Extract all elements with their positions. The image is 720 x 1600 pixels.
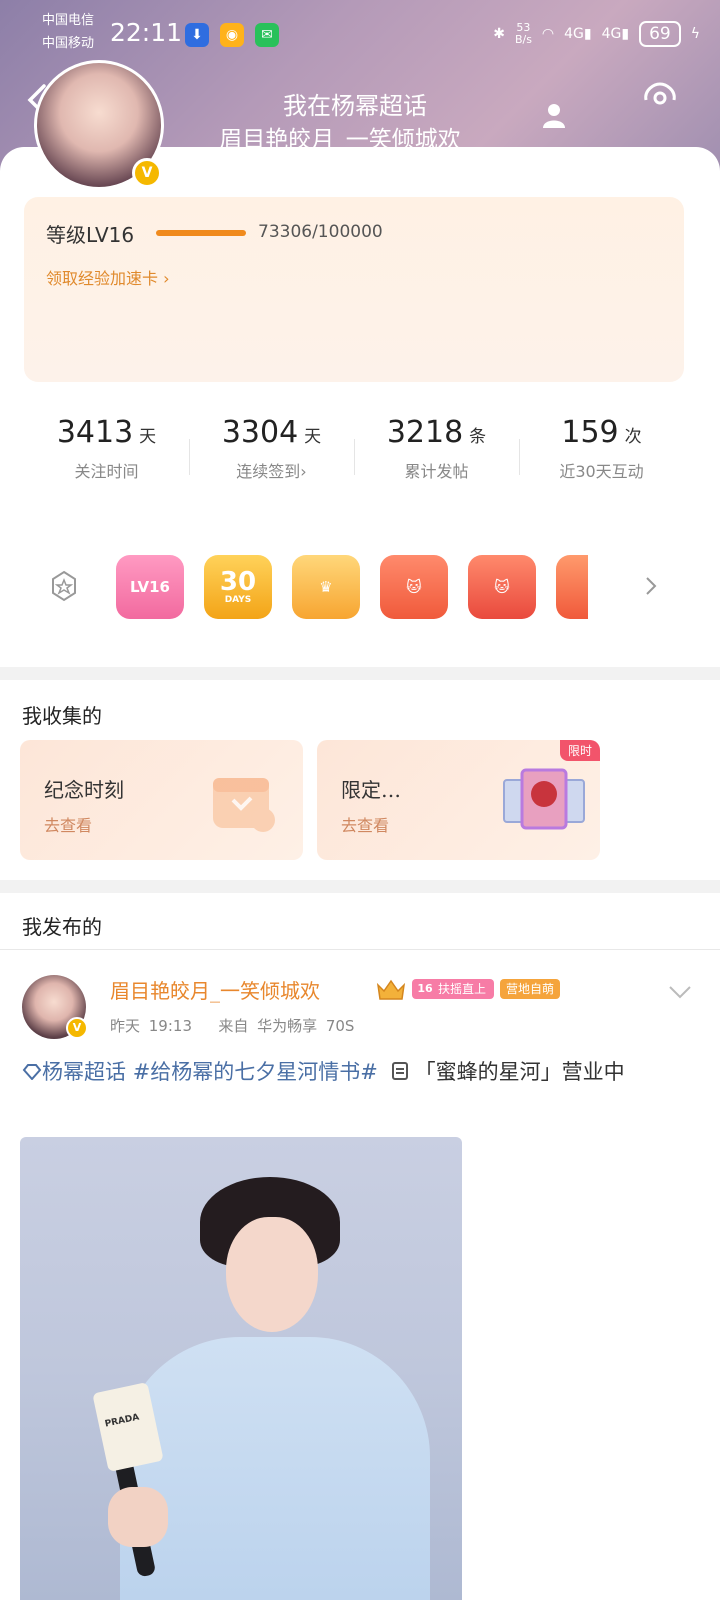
net-speed: 53 B/s <box>515 22 532 46</box>
divider <box>0 949 720 950</box>
post-meta: 昨天 19:13 来自 华为畅享 70S <box>110 1015 354 1036</box>
stat-unit: 条 <box>469 427 487 447</box>
collections-title: 我收集的 <box>22 704 102 728</box>
header-title: 我在杨幂超话 <box>283 92 427 120</box>
weibo-icon: ◉ <box>220 23 244 47</box>
role-tag: 营地自萌 <box>500 979 561 999</box>
status-bar: 中国电信 中国移动 22:11 ⬇ ◉ ✉ ✱ 53 B/s ◠ 4G▮ 4G▮… <box>0 0 720 70</box>
chevron-down-icon[interactable] <box>668 985 692 999</box>
user-icon[interactable] <box>542 102 566 128</box>
stat-unit: 天 <box>139 427 157 447</box>
collection-card-title: 限定… <box>341 778 401 802</box>
stat-value: 3304 <box>221 415 299 450</box>
chevron-right-icon: › <box>163 269 170 288</box>
stat-value: 3218 <box>386 415 464 450</box>
photo-figure-body <box>120 1337 430 1600</box>
signal-2: 4G▮ <box>601 26 630 42</box>
badge-cat-icon[interactable]: 🐱 <box>380 555 448 619</box>
collection-card-link: 去查看 <box>44 816 93 835</box>
stat-interactions: 159 次 近30天互动 <box>519 397 684 512</box>
carrier-1: 中国电信 <box>42 13 95 28</box>
chevron-right-icon: › <box>300 462 307 481</box>
level-exp: 73306/100000 <box>258 222 383 242</box>
chevron-right-icon[interactable] <box>644 575 658 597</box>
collection-card-link: 去查看 <box>341 816 390 835</box>
post-text: 杨幂超话 #给杨幂的七夕星河情书# 「蜜蜂的星河」营业中 <box>22 1055 698 1089</box>
quote-text: 「蜜蜂的星河」营业中 <box>414 1060 625 1084</box>
settings-gear-icon[interactable] <box>640 78 680 112</box>
charging-icon: ϟ <box>690 26 700 42</box>
verified-badge-icon: V <box>66 1017 88 1039</box>
calendar-icon <box>213 778 275 832</box>
stat-follow-days: 3413 天 关注时间 <box>24 397 189 512</box>
badge-cat-icon[interactable]: 🐱 <box>468 555 536 619</box>
limited-tag: 限时 <box>559 740 600 761</box>
topic-tag-text: 杨幂超话 <box>42 1060 126 1084</box>
app-notification-icon: ⬇ <box>185 23 209 47</box>
post-source: 来自 华为畅享 70S <box>218 1017 355 1035</box>
super-topic-link[interactable]: 杨幂超话 <box>22 1060 133 1084</box>
badge-crown-icon[interactable]: ♛ <box>292 555 360 619</box>
stat-label: 累计发帖 <box>404 462 469 481</box>
stats-row: 3413 天 关注时间 3304 天 连续签到› 3218 条 累计发帖 159 次 近… <box>24 397 684 512</box>
exp-boost-link[interactable]: 领取经验加速卡 › <box>46 265 170 289</box>
stat-unit: 天 <box>304 427 322 447</box>
level-label: 等级LV16 <box>46 223 135 247</box>
collections-section: 我收集的 纪念时刻 去查看 限时 限定… 去查看 <box>0 680 720 880</box>
level-tag-num: 16 <box>417 982 433 995</box>
mic-brand-logo: PRADA <box>103 1412 141 1430</box>
stat-label: 连续签到› <box>189 458 354 482</box>
wifi-icon: ◠ <box>541 26 555 42</box>
stat-posts: 3218 条 累计发帖 <box>354 397 519 512</box>
hashtag-link[interactable]: #给杨幂的七夕星河情书# <box>133 1060 378 1084</box>
posts-section: 我发布的 V 眉目艳皎月_一笑倾城欢 16 扶摇直上 营地自萌 昨天 19:13… <box>0 893 720 1600</box>
stat-value: 159 <box>561 415 619 450</box>
collection-card-moments[interactable]: 纪念时刻 去查看 <box>20 740 303 860</box>
signal-1-label: 4G <box>564 26 584 42</box>
stat-label: 近30天互动 <box>559 462 644 481</box>
level-tag: 16 扶摇直上 <box>412 979 495 999</box>
stat-unit: 次 <box>624 427 642 447</box>
signal-2-label: 4G <box>601 26 622 42</box>
stat-checkin-days[interactable]: 3304 天 连续签到› <box>189 397 354 512</box>
carrier-2: 中国移动 <box>42 36 95 51</box>
collection-card-title: 纪念时刻 <box>44 778 124 802</box>
badge-level[interactable]: LV16 <box>116 555 184 619</box>
badge-30-days[interactable]: 30 DAYS <box>204 555 272 619</box>
crown-icon <box>376 979 406 1000</box>
battery-indicator: 69 <box>639 21 681 47</box>
signal-1: 4G▮ <box>564 26 592 42</box>
stat-value: 3413 <box>56 415 134 450</box>
badge-strip[interactable]: LV16 30 DAYS ♛ 🐱 🐱 <box>24 525 684 650</box>
document-icon <box>391 1062 408 1080</box>
badge-days-label: DAYS <box>224 595 252 605</box>
bluetooth-icon: ✱ <box>493 26 505 42</box>
profile-card: 等级LV16 73306/100000 领取经验加速卡 › 3413 天 关注时间… <box>0 147 720 667</box>
post-author-name[interactable]: 眉目艳皎月_一笑倾城欢 <box>110 975 320 1004</box>
posts-title: 我发布的 <box>22 915 102 939</box>
post-time: 昨天 19:13 <box>110 1017 192 1035</box>
net-speed-unit: B/s <box>514 33 532 46</box>
badge-cat-icon[interactable] <box>556 555 588 619</box>
photo-hand <box>108 1487 168 1547</box>
cards-stack-icon <box>503 768 585 830</box>
status-indicators: ✱ 53 B/s ◠ 4G▮ 4G▮ 69 ϟ <box>493 18 700 50</box>
level-tag-text: 扶摇直上 <box>438 982 487 996</box>
medal-icon <box>52 570 76 602</box>
wechat-icon: ✉ <box>255 23 279 47</box>
post-image[interactable]: PRADA <box>20 1137 462 1600</box>
level-progress-bar <box>156 230 246 236</box>
exp-boost-link-text: 领取经验加速卡 <box>46 269 159 288</box>
clock: 22:11 <box>110 18 183 47</box>
verified-badge-icon: V <box>132 158 162 188</box>
stat-label: 关注时间 <box>74 462 139 481</box>
diamond-icon <box>22 1064 42 1080</box>
photo-figure-face <box>226 1217 318 1332</box>
badge-30-number: 30 <box>219 567 257 597</box>
stat-label-text: 连续签到 <box>236 462 301 481</box>
collection-card-limited[interactable]: 限时 限定… 去查看 <box>317 740 600 860</box>
level-panel: 等级LV16 73306/100000 领取经验加速卡 › <box>24 197 684 382</box>
